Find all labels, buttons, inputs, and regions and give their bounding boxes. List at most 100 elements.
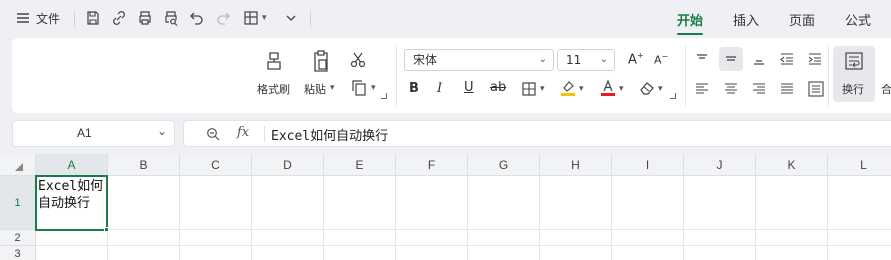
undo-icon[interactable] [188, 9, 206, 27]
decrease-indent-icon[interactable] [780, 52, 794, 66]
active-tab-indicator [677, 33, 703, 35]
column-header-h[interactable]: H [540, 154, 612, 176]
select-all-corner[interactable] [0, 154, 36, 176]
print-icon[interactable] [136, 9, 154, 27]
column-header-e[interactable]: E [324, 154, 396, 176]
tab-formula[interactable]: 公式 [845, 10, 871, 29]
underline-icon[interactable]: U [464, 80, 474, 95]
link-icon[interactable] [110, 9, 128, 27]
column-header-i[interactable]: I [612, 154, 684, 176]
grid-line [827, 176, 828, 260]
chevron-down-icon[interactable]: ⌄ [157, 124, 167, 138]
cell-a1[interactable]: Excel如何自动换行 [35, 175, 108, 231]
tab-page[interactable]: 页面 [789, 10, 815, 29]
column-header-f[interactable]: F [396, 154, 468, 176]
grid-line [395, 176, 396, 260]
strikethrough-icon[interactable]: ab [490, 80, 506, 95]
italic-icon[interactable]: I [437, 81, 442, 96]
paste-icon[interactable] [310, 49, 332, 73]
cell-a1-text: Excel如何自动换行 [38, 179, 104, 211]
column-header-c[interactable]: C [180, 154, 252, 176]
save-icon[interactable] [84, 9, 102, 27]
column-header-a[interactable]: A [36, 154, 108, 176]
divider [685, 46, 686, 106]
chevron-down-icon: ⌄ [538, 54, 547, 65]
formula-input[interactable]: Excel如何自动换行 [271, 125, 388, 144]
column-header-d[interactable]: D [252, 154, 324, 176]
column-header-j[interactable]: J [684, 154, 756, 176]
border-dropdown-icon[interactable]: ▾ [540, 84, 545, 94]
copy-dropdown-icon[interactable]: ▾ [371, 83, 376, 93]
ribbon-toolbar: 格式刷 粘贴 ▾ ▾ 宋体 ⌄ 11 ⌄ A+ A− B I U ab ▾ ▾ … [12, 38, 891, 113]
clear-dropdown-icon[interactable]: ▾ [658, 84, 663, 94]
divider [828, 46, 829, 106]
clipboard-settings-icon[interactable] [381, 93, 387, 99]
grid-line [467, 176, 468, 260]
justify-icon[interactable] [780, 82, 794, 96]
clear-format-icon[interactable] [639, 80, 655, 96]
distributed-align-icon[interactable] [808, 81, 824, 97]
cut-icon[interactable] [349, 51, 367, 69]
bold-icon[interactable]: B [409, 81, 419, 96]
align-center-icon[interactable] [724, 82, 738, 96]
fill-color-icon[interactable] [560, 79, 576, 97]
fx-icon[interactable]: fx [237, 125, 249, 140]
chevron-down-icon[interactable]: ▾ [262, 13, 267, 23]
font-name-value: 宋体 [413, 53, 438, 67]
grid-line [611, 176, 612, 260]
font-color-dropdown-icon[interactable]: ▾ [619, 84, 624, 94]
column-header-b[interactable]: B [108, 154, 180, 176]
align-right-icon[interactable] [752, 82, 766, 96]
column-header-l[interactable]: L [828, 154, 891, 176]
fill-handle[interactable] [104, 227, 109, 232]
fill-dropdown-icon[interactable]: ▾ [579, 84, 584, 94]
cell-reference: A1 [77, 126, 92, 140]
divider [264, 126, 265, 142]
table-style-icon[interactable] [242, 9, 260, 27]
font-name-select[interactable]: 宋体 ⌄ [404, 49, 554, 71]
format-painter-button[interactable]: 格式刷 [257, 81, 290, 97]
column-header-g[interactable]: G [468, 154, 540, 176]
file-menu[interactable]: 文件 [36, 10, 60, 27]
grid-line [251, 176, 252, 260]
border-icon[interactable] [522, 82, 536, 96]
align-middle-button[interactable] [719, 47, 743, 71]
print-preview-icon[interactable] [162, 9, 180, 27]
formula-bar: fx Excel如何自动换行 [183, 120, 891, 147]
align-left-icon[interactable] [695, 82, 709, 96]
row-header-3[interactable]: 3 [0, 246, 36, 260]
row-header-2[interactable]: 2 [0, 230, 36, 246]
redo-icon[interactable] [214, 9, 232, 27]
grid-line [323, 176, 324, 260]
menu-icon[interactable] [14, 9, 32, 27]
wrap-text-label: 换行 [842, 83, 864, 96]
column-header-k[interactable]: K [756, 154, 828, 176]
paste-button[interactable]: 粘贴 [304, 81, 326, 97]
increase-indent-icon[interactable] [808, 52, 822, 66]
decrease-font-icon[interactable]: A− [654, 52, 668, 67]
quick-access-bar: 文件 ▾ 开始 插入 页面 公式 [0, 0, 891, 38]
spreadsheet-grid: A B C D E F G H I J K L 1 2 3 Excel如何自动换… [0, 154, 891, 260]
chevron-down-icon: ⌄ [599, 54, 608, 65]
merge-button-label[interactable]: 合 [881, 81, 891, 97]
tab-insert[interactable]: 插入 [733, 10, 759, 29]
increase-font-icon[interactable]: A+ [628, 51, 644, 67]
font-settings-icon[interactable] [670, 93, 676, 99]
align-top-icon[interactable] [695, 52, 709, 66]
font-color-icon[interactable] [600, 79, 616, 97]
font-size-select[interactable]: 11 ⌄ [557, 49, 615, 71]
wrap-text-button[interactable]: 换行 [833, 46, 875, 102]
format-painter-icon[interactable] [263, 50, 285, 72]
copy-icon[interactable] [350, 79, 368, 97]
name-box[interactable]: A1 ⌄ [12, 120, 175, 147]
divider [74, 11, 75, 27]
row-header-1[interactable]: 1 [0, 176, 36, 230]
divider [310, 11, 311, 27]
more-chevron-icon[interactable] [282, 9, 300, 27]
tab-home[interactable]: 开始 [677, 10, 703, 29]
grid-line [179, 176, 180, 260]
paste-dropdown-icon[interactable]: ▾ [330, 83, 335, 93]
align-bottom-icon[interactable] [752, 52, 766, 66]
zoom-icon[interactable] [206, 127, 220, 141]
wrap-text-icon [845, 52, 863, 70]
